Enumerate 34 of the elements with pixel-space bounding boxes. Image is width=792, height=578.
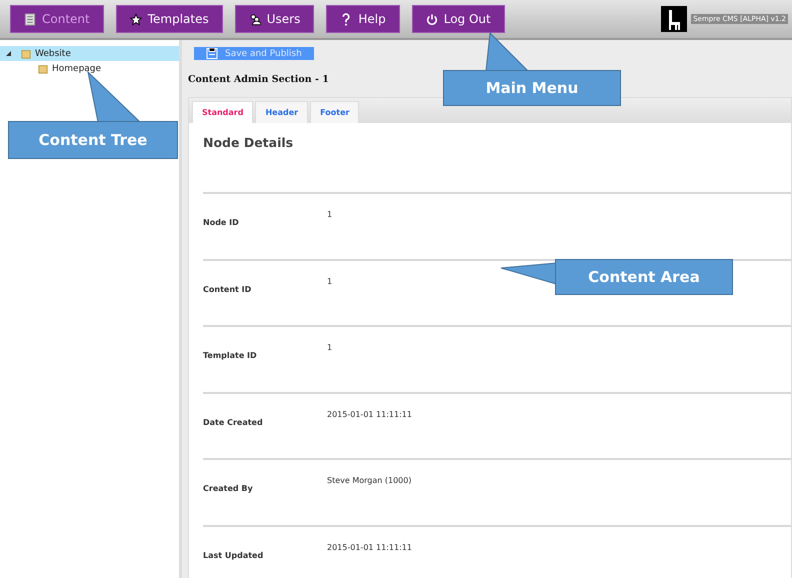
field-label: Node ID	[203, 217, 240, 229]
menu-button[interactable]: Templates	[116, 5, 223, 33]
tree-item[interactable]: Website	[0, 46, 179, 61]
field-label: Template ID	[203, 350, 258, 362]
field-value: 1	[327, 209, 332, 221]
field-label: Date Created	[203, 416, 264, 428]
callout-pointer	[500, 262, 557, 286]
panel-heading: Node Details	[203, 123, 791, 194]
tab[interactable]: Standard	[192, 101, 254, 123]
field-label: Content ID	[203, 284, 252, 296]
section-title: Content Admin Section - 1	[188, 74, 330, 85]
field-label: Created By	[203, 483, 254, 495]
callout-pointer	[86, 71, 142, 123]
menu-button[interactable]: Log Out	[412, 5, 505, 33]
question-icon	[340, 12, 352, 26]
save-icon	[206, 47, 218, 60]
menu-button[interactable]: Users	[234, 5, 314, 33]
field-value: 2015-01-01 11:11:11	[327, 408, 412, 420]
callout-pointer	[485, 32, 529, 72]
star-icon	[130, 12, 142, 26]
field-value: Steve Morgan (1000)	[327, 475, 412, 487]
tab[interactable]: Footer	[310, 101, 360, 123]
field-value: 1	[327, 276, 332, 288]
field-value: 1	[327, 342, 332, 354]
field-label: Last Updated	[203, 550, 264, 562]
users-icon	[248, 12, 261, 26]
expand-triangle-icon	[6, 51, 11, 56]
power-icon	[426, 12, 438, 26]
document-icon	[24, 12, 36, 26]
menu-button[interactable]: Content	[10, 5, 104, 33]
tree-item[interactable]: Homepage	[0, 61, 179, 76]
menu-button[interactable]: Help	[326, 5, 400, 33]
field-value: 2015-01-01 11:11:11	[327, 542, 412, 554]
tab[interactable]: Header	[255, 101, 308, 123]
